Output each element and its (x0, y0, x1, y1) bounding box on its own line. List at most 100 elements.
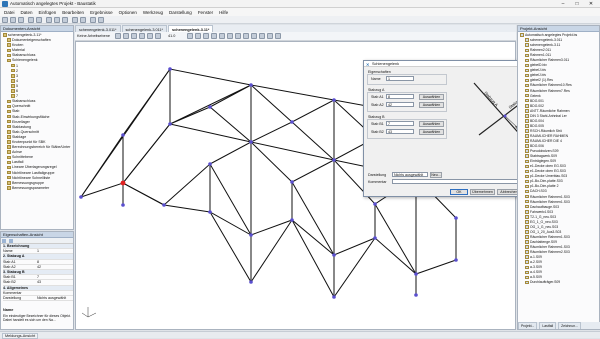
tree-item[interactable]: Bemessungsparameter (3, 186, 72, 191)
darstellung-neu-button[interactable]: Neu... (430, 172, 442, 178)
menu-daten[interactable]: Daten (21, 10, 33, 15)
zoom-out-icon[interactable] (131, 33, 137, 39)
truss-node[interactable] (373, 236, 377, 240)
results-icon[interactable] (90, 17, 96, 23)
wireframe-icon[interactable] (219, 33, 225, 39)
open-icon[interactable] (10, 17, 16, 23)
truss-node[interactable] (414, 293, 418, 297)
loads-icon[interactable] (251, 33, 257, 39)
uebernehmen-button[interactable]: Übernehmen (470, 189, 495, 195)
truss-node[interactable] (249, 233, 253, 237)
truss-node[interactable] (208, 210, 212, 214)
menu-optionen[interactable]: Optionen (119, 10, 137, 15)
truss-node[interactable] (249, 83, 253, 87)
darstellung-select[interactable]: Nichts ausgewählt (392, 172, 428, 177)
select-icon[interactable] (115, 33, 121, 39)
menu-hilfe[interactable]: Hilfe (219, 10, 228, 15)
copy-icon[interactable] (54, 17, 60, 23)
project-item[interactable]: Durchlaufträger.S09 (520, 280, 598, 285)
print-icon[interactable] (72, 17, 78, 23)
maximize-button[interactable]: □ (570, 0, 584, 8)
pan-icon[interactable] (139, 33, 145, 39)
menu-fenster[interactable]: Fenster (198, 10, 213, 15)
stab-a1-auswaehlen-button[interactable]: Auswählen (419, 94, 444, 100)
zoom-value[interactable]: 41.0 (168, 34, 175, 38)
node-labels-icon[interactable] (235, 33, 241, 39)
tree-item-label: Schnittebene (12, 155, 33, 160)
tab-document-3[interactable]: schenengelenk-3.11* (168, 25, 214, 32)
truss-node[interactable] (290, 120, 294, 124)
tab-projekt[interactable]: Projekt... (518, 322, 538, 329)
truss-node[interactable] (121, 133, 125, 137)
supports-icon[interactable] (259, 33, 265, 39)
selected-node[interactable] (120, 180, 126, 186)
help-icon[interactable] (98, 17, 104, 23)
property-row[interactable]: Darstellung Nichts ausgewählt (3, 296, 73, 302)
help-text: Ein eindeutiger Bezeichner für dieses Ob… (3, 314, 71, 322)
filter-icon[interactable] (9, 239, 14, 243)
save-icon[interactable] (18, 17, 24, 23)
menu-einfuegen[interactable]: Einfügen (39, 10, 57, 15)
stab-b2-auswaehlen-button[interactable]: Auswählen (419, 129, 444, 135)
truss-node[interactable] (208, 162, 212, 166)
ok-button[interactable]: OK (450, 189, 468, 195)
menu-bearbeiten[interactable]: Bearbeiten (62, 10, 84, 15)
minimize-button[interactable]: – (556, 0, 570, 8)
truss-node[interactable] (290, 180, 294, 184)
view-side-icon[interactable] (211, 33, 217, 39)
stab-a2-select[interactable]: 42 (386, 102, 414, 107)
meldungs-ansicht-tab[interactable]: Meldungs-Ansicht (2, 333, 39, 339)
truss-node[interactable] (208, 105, 212, 109)
truss-node[interactable] (454, 216, 458, 220)
member-labels-icon[interactable] (243, 33, 249, 39)
truss-node[interactable] (249, 280, 253, 284)
truss-node[interactable] (332, 253, 336, 257)
tab-lastfall[interactable]: Lastfall (539, 322, 557, 329)
stab-a1-select[interactable]: 8 (386, 94, 414, 99)
tab-document-1[interactable]: schenengelenk-3.011* (75, 25, 121, 32)
view-top-icon[interactable] (195, 33, 201, 39)
truss-node[interactable] (454, 258, 458, 262)
name-field[interactable]: 1 (386, 76, 414, 81)
truss-node[interactable] (332, 158, 336, 162)
truss-node[interactable] (332, 98, 336, 102)
menu-darstellung[interactable]: Darstellung (169, 10, 192, 15)
stab-b1-select[interactable]: 7 (386, 121, 414, 126)
calculate-icon[interactable] (80, 17, 86, 23)
cut-icon[interactable] (46, 17, 52, 23)
menu-datei[interactable]: Datei (4, 10, 15, 15)
tree-node-icon (7, 170, 11, 175)
truss-node[interactable] (168, 122, 172, 126)
truss-node[interactable] (414, 272, 418, 276)
tab-zeichnung[interactable]: Zeichnun... (558, 322, 581, 329)
view-front-icon[interactable] (203, 33, 209, 39)
stab-b1-auswaehlen-button[interactable]: Auswählen (419, 121, 444, 127)
menu-ergebnisse[interactable]: Ergebnisse (90, 10, 113, 15)
truss-node[interactable] (373, 202, 377, 206)
truss-node[interactable] (121, 203, 125, 207)
truss-node[interactable] (249, 140, 253, 144)
workplane-select[interactable]: Keine Arbeitsebene (77, 34, 110, 38)
truss-node[interactable] (168, 67, 172, 71)
paste-icon[interactable] (62, 17, 68, 23)
menu-werkzeug[interactable]: Werkzeug (143, 10, 163, 15)
undo-icon[interactable] (28, 17, 34, 23)
view-3d-icon[interactable] (187, 33, 193, 39)
truss-node[interactable] (332, 295, 336, 299)
zoom-in-icon[interactable] (123, 33, 129, 39)
grid-icon[interactable] (267, 33, 273, 39)
measure-icon[interactable] (275, 33, 281, 39)
redo-icon[interactable] (36, 17, 42, 23)
fit-view-icon[interactable] (155, 33, 161, 39)
stab-a2-auswaehlen-button[interactable]: Auswählen (419, 102, 444, 108)
rotate-icon[interactable] (147, 33, 153, 39)
new-icon[interactable] (2, 17, 8, 23)
close-window-button[interactable]: ✕ (584, 0, 598, 8)
sort-icon[interactable] (2, 239, 6, 243)
truss-node[interactable] (162, 203, 166, 207)
stab-b2-select[interactable]: 43 (386, 129, 414, 134)
truss-node[interactable] (79, 195, 83, 199)
truss-node[interactable] (290, 218, 294, 222)
tab-document-2[interactable]: schenengelenk-3.011* (121, 25, 168, 32)
solid-icon[interactable] (227, 33, 233, 39)
